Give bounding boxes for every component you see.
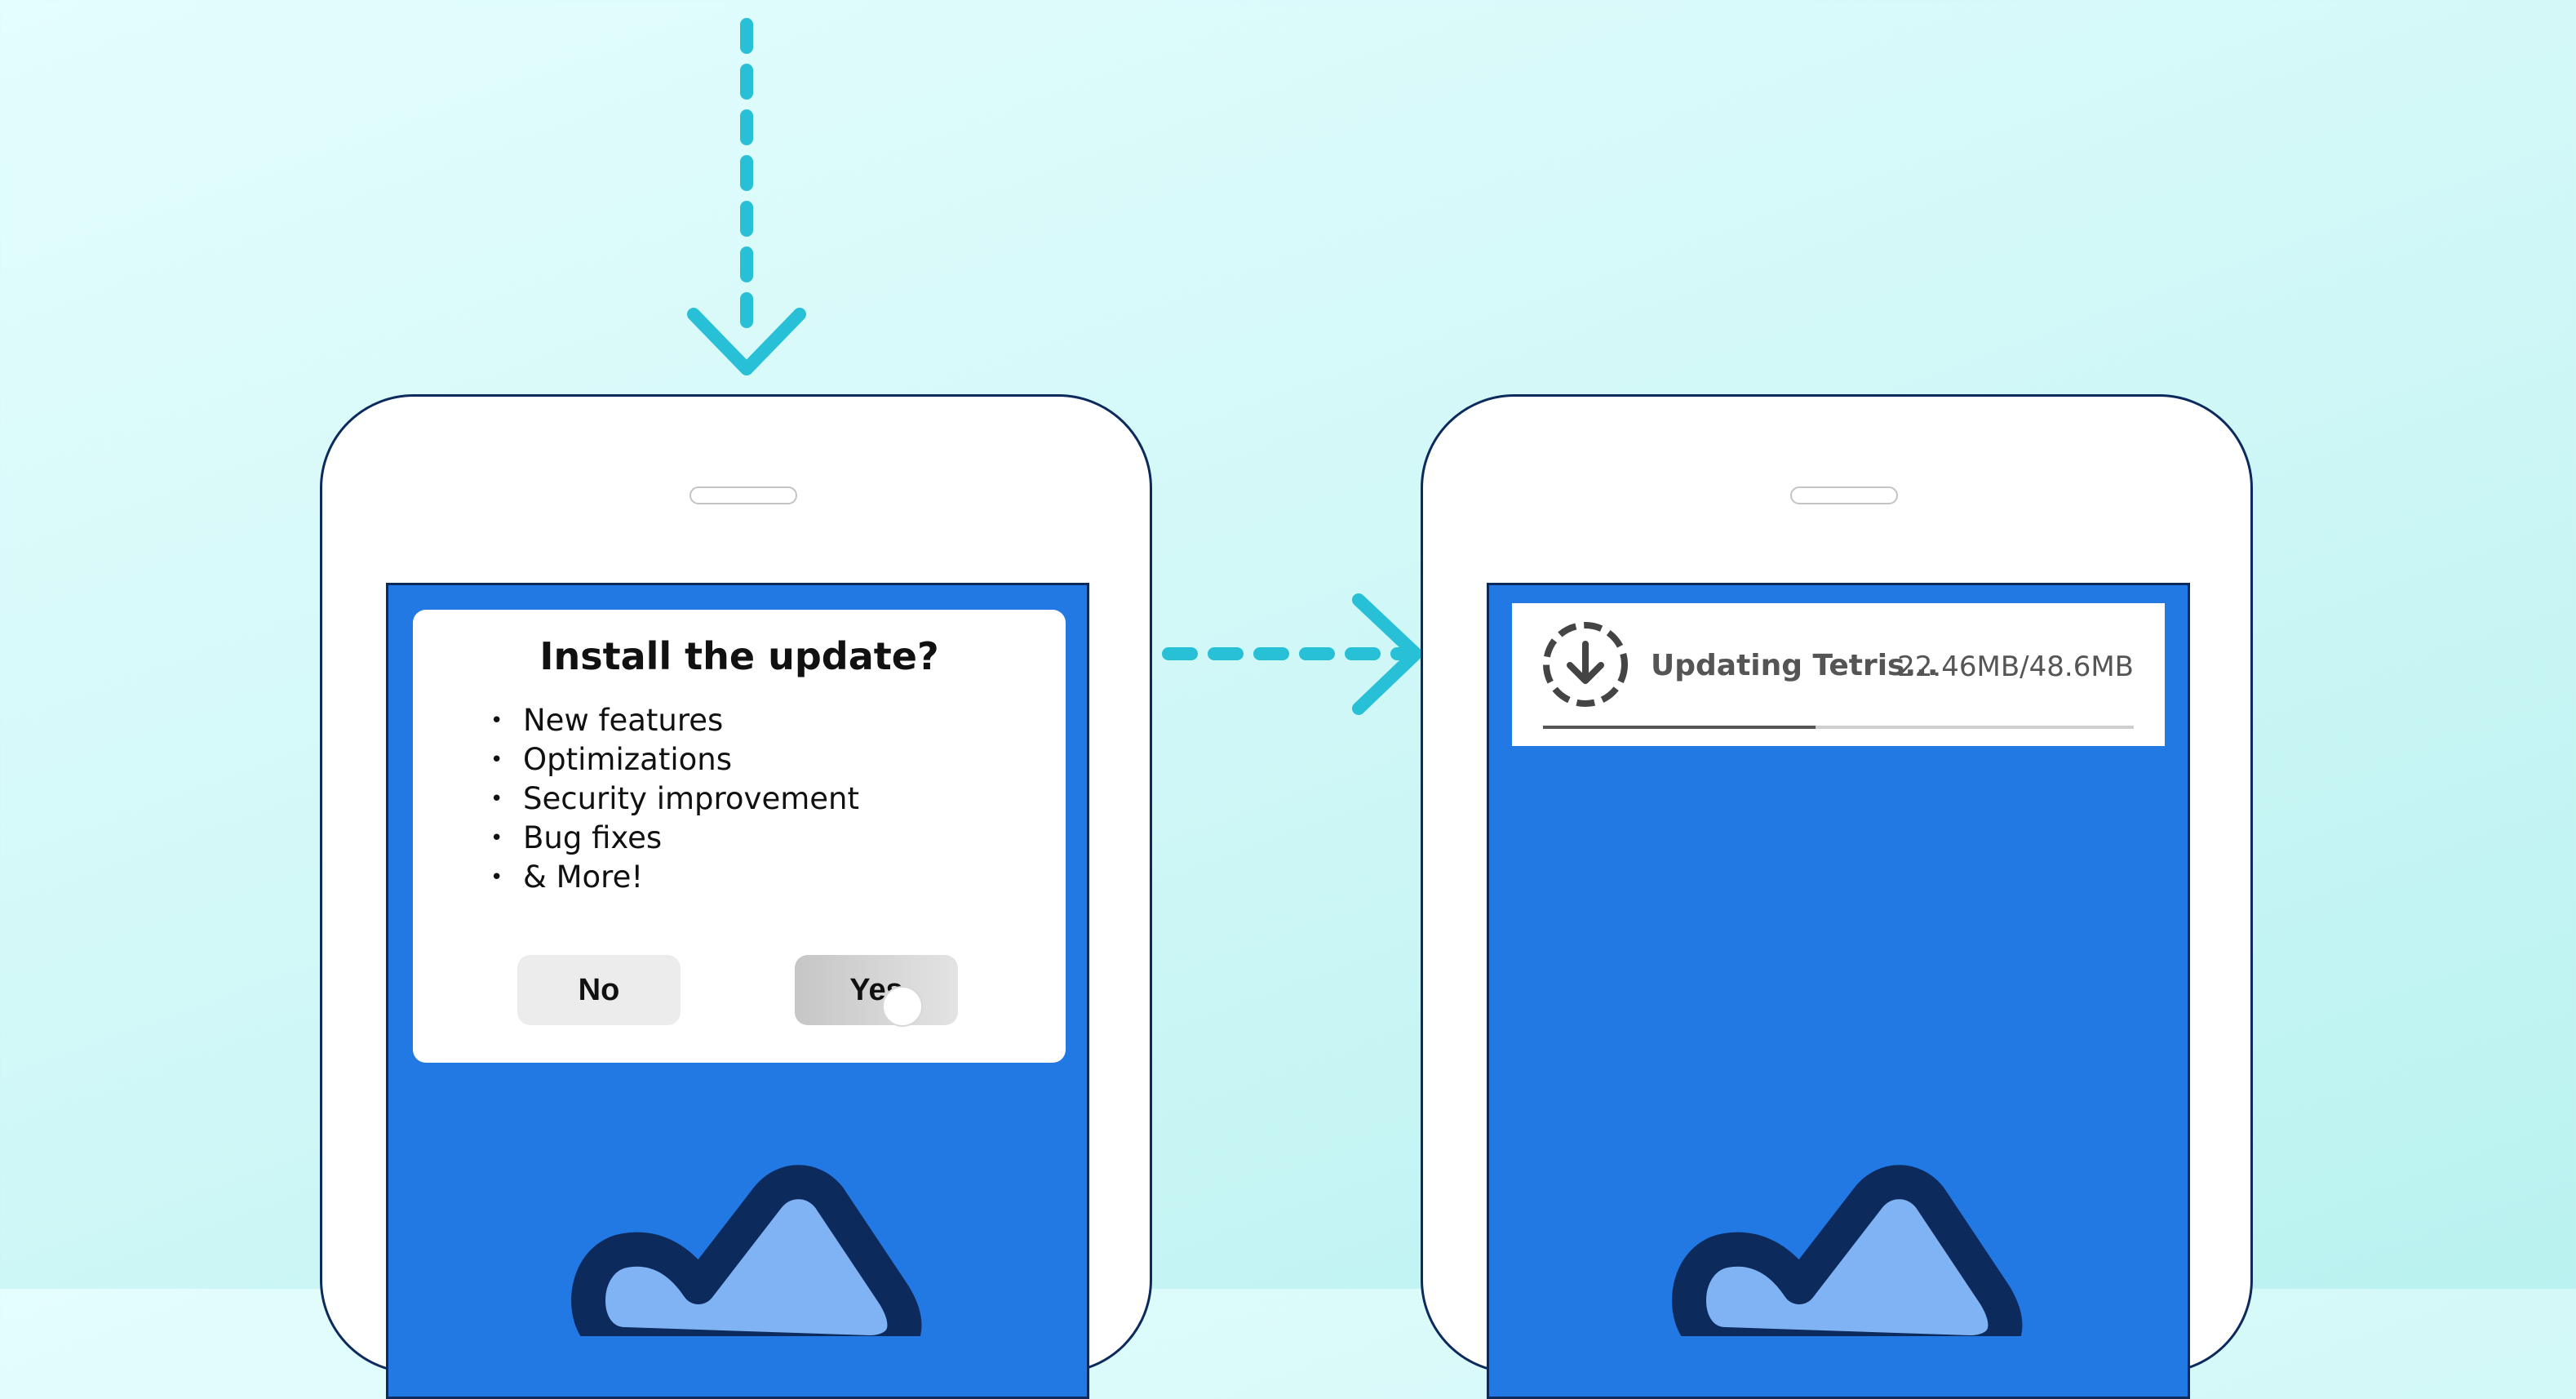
notification-title: Updating Tetris... — [1651, 649, 1939, 682]
feature-item: Optimizations — [490, 740, 859, 779]
feature-item: Security improvement — [490, 779, 859, 819]
no-button[interactable]: No — [517, 955, 681, 1025]
phone-right: Updating Tetris... 22.46MB/48.6MB — [1421, 394, 2253, 1399]
feature-item: New features — [490, 701, 859, 740]
progress-bar — [1543, 726, 2134, 729]
feature-item: Bug fixes — [490, 819, 859, 858]
yes-button[interactable]: Yes — [795, 955, 958, 1025]
dialog-title: Install the update? — [539, 634, 939, 678]
phone-left: Install the update? New features Optimiz… — [320, 394, 1152, 1399]
update-notification[interactable]: Updating Tetris... 22.46MB/48.6MB — [1512, 603, 2165, 746]
right-arrow — [1162, 593, 1422, 715]
feature-item: & More! — [490, 858, 859, 897]
tap-indicator — [882, 986, 923, 1027]
download-icon — [1543, 622, 1628, 707]
download-size: 22.46MB/48.6MB — [1897, 651, 2134, 683]
phone-screen: Updating Tetris... 22.46MB/48.6MB — [1487, 583, 2190, 1399]
phone-speaker — [689, 486, 797, 504]
phone-screen: Install the update? New features Optimiz… — [386, 583, 1089, 1399]
down-arrow — [687, 18, 806, 375]
cloud-icon — [571, 1165, 922, 1336]
feature-list: New features Optimizations Security impr… — [490, 701, 859, 897]
progress-fill — [1543, 726, 1816, 729]
update-dialog: Install the update? New features Optimiz… — [413, 610, 1066, 1063]
cloud-icon — [1672, 1165, 2023, 1336]
phone-speaker — [1790, 486, 1898, 504]
